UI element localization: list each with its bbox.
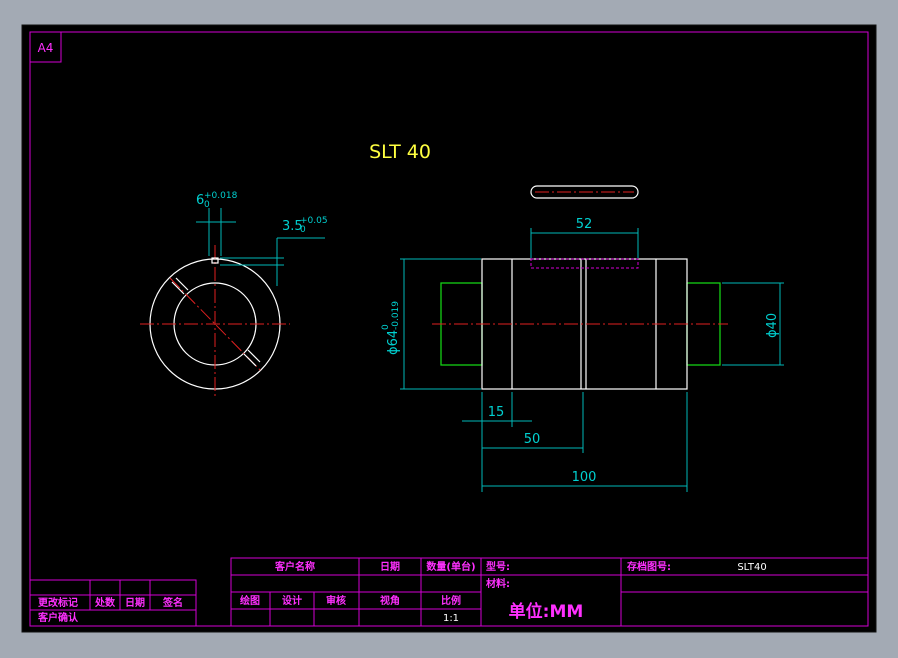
scale-value: 1:1 (443, 613, 459, 624)
drawing-title: SLT 40 (369, 141, 431, 163)
keyway-length-value: 52 (576, 217, 593, 232)
view-angle-label: 视角 (380, 594, 400, 607)
customer-name-label: 客户名称 (274, 560, 315, 573)
cad-drawing-canvas: A4 SLT 40 6 +0.018 0 3.5 +0.05 0 52 ϕ64 … (21, 24, 877, 633)
drawn-by-label: 绘图 (240, 594, 260, 607)
date-label: 日期 (380, 560, 400, 573)
keyway-width-lower-tol: 0 (204, 200, 210, 210)
flange-length-value: 15 (488, 405, 505, 420)
inner-diameter-value: ϕ40 (765, 313, 780, 338)
revision-mark-label: 更改标记 (38, 596, 78, 609)
sheet-size-label: A4 (38, 41, 54, 55)
location-count-label: 处数 (94, 596, 116, 609)
customer-confirm-label: 客户确认 (37, 611, 79, 624)
model-label: 型号: (486, 560, 510, 573)
unit-label: 单位:MM (509, 601, 584, 622)
half-length-value: 50 (524, 432, 541, 447)
keyway-depth-lower-tol: 0 (300, 225, 306, 235)
outer-diameter-value: ϕ64 (386, 330, 401, 355)
archive-no-label: 存档图号: (627, 560, 671, 573)
archive-no-value: SLT40 (737, 562, 766, 573)
outer-diameter-lower-tol: -0.019 (391, 301, 401, 330)
material-label: 材料: (486, 577, 510, 590)
design-label: 设计 (282, 594, 302, 607)
review-label: 审核 (326, 594, 346, 607)
revision-date-label: 日期 (125, 596, 145, 609)
signature-label: 签名 (162, 596, 183, 609)
scale-label: 比例 (441, 594, 461, 607)
outer-diameter-upper-tol: 0 (381, 324, 391, 330)
quantity-label: 数量(单台) (426, 560, 475, 573)
total-length-value: 100 (572, 470, 597, 485)
